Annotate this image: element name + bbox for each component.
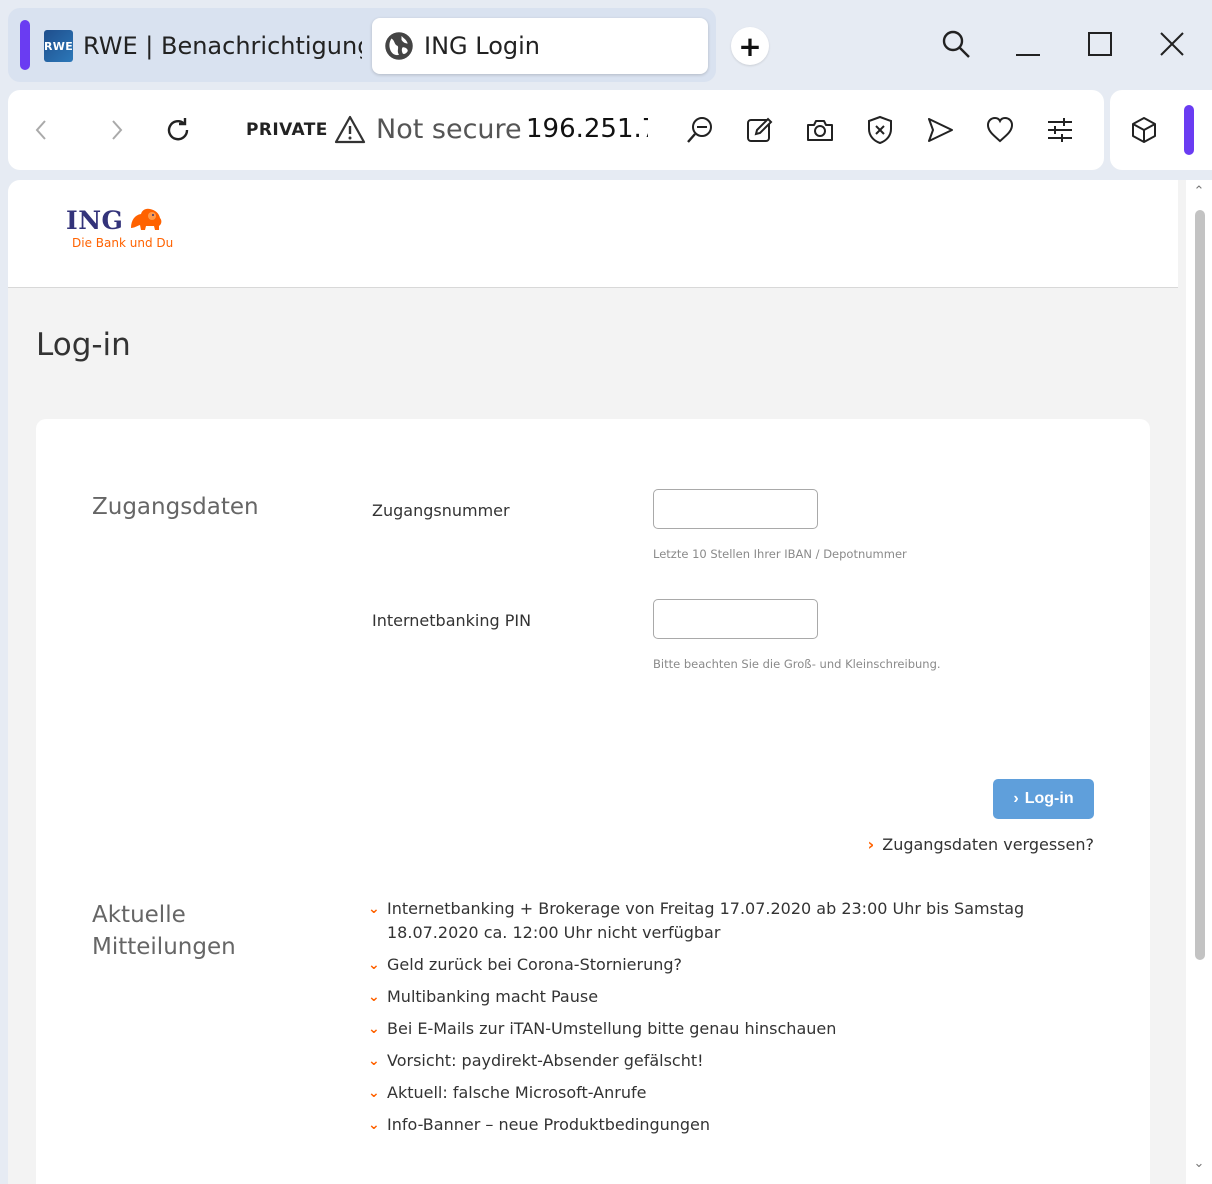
search-icon[interactable] <box>936 24 976 64</box>
heart-icon[interactable] <box>982 112 1018 148</box>
logo-wordmark: ING <box>66 206 124 235</box>
news-item[interactable]: ⌄ Multibanking macht Pause <box>368 985 1068 1009</box>
camera-icon[interactable] <box>802 112 838 148</box>
address-toolbar: PRIVATE Not secure 196.251.73 <box>8 90 1104 170</box>
settings-sliders-icon[interactable] <box>1042 112 1078 148</box>
site-header: ING Die Bank und Du <box>8 180 1178 288</box>
workspace-indicator[interactable] <box>20 20 30 70</box>
news-item[interactable]: ⌄ Internetbanking + Brokerage von Freitag… <box>368 897 1068 945</box>
chevron-down-icon: ⌄ <box>368 1085 380 1101</box>
chevron-right-icon: › <box>1013 790 1019 807</box>
scroll-down-icon[interactable]: ⌄ <box>1186 1156 1212 1176</box>
tab-group: RWE RWE | Benachrichtigung ING Login <box>8 8 716 82</box>
reload-icon[interactable] <box>160 112 196 148</box>
login-button-label: Log-in <box>1024 790 1074 807</box>
globe-icon <box>385 32 413 60</box>
news-item[interactable]: ⌄ Geld zurück bei Corona-Stornierung? <box>368 953 1068 977</box>
login-card: Zugangsdaten Zugangsnummer Letzte 10 Ste… <box>36 419 1150 1184</box>
pin-label: Internetbanking PIN <box>372 611 532 630</box>
scrollbar-thumb[interactable] <box>1195 210 1205 960</box>
page-viewport: ING Die Bank und Du Log-in Zugangsdaten … <box>8 180 1212 1184</box>
url-field[interactable]: 196.251.73 <box>526 114 648 144</box>
news-item[interactable]: ⌄ Aktuell: falsche Microsoft-Anrufe <box>368 1081 1068 1105</box>
security-status[interactable]: Not secure <box>376 114 522 145</box>
pin-input[interactable] <box>653 599 818 639</box>
cube-icon[interactable] <box>1126 112 1162 148</box>
chevron-right-icon: › <box>867 835 875 854</box>
tab-ing-login[interactable]: ING Login <box>372 18 708 74</box>
news-item[interactable]: ⌄ Info-Banner – neue Produktbedingungen <box>368 1113 1068 1137</box>
logo-tagline: Die Bank und Du <box>72 236 174 250</box>
news-section-title: Aktuelle Mitteilungen <box>92 899 236 963</box>
chevron-down-icon: ⌄ <box>368 989 380 1005</box>
news-item[interactable]: ⌄ Bei E-Mails zur iTAN-Umstellung bitte g… <box>368 1017 1068 1041</box>
side-panel-toolbar <box>1110 90 1212 170</box>
back-icon[interactable] <box>24 112 60 148</box>
edit-icon[interactable] <box>742 112 778 148</box>
sidebar-indicator[interactable] <box>1184 105 1194 155</box>
tab-title: RWE | Benachrichtigung <box>83 32 362 60</box>
access-number-label: Zugangsnummer <box>372 501 510 520</box>
minimize-icon[interactable] <box>1008 24 1048 64</box>
chevron-down-icon: ⌄ <box>368 1021 380 1037</box>
news-item[interactable]: ⌄ Vorsicht: paydirekt-Absender gefälscht! <box>368 1049 1068 1073</box>
forgot-link-label: Zugangsdaten vergessen? <box>882 835 1094 854</box>
news-title-line2: Mitteilungen <box>92 934 236 960</box>
chevron-down-icon: ⌄ <box>368 1117 380 1133</box>
forgot-credentials-link[interactable]: › Zugangsdaten vergessen? <box>868 835 1094 854</box>
private-mode-label: PRIVATE <box>246 120 328 140</box>
rwe-logo-icon: RWE <box>44 30 74 62</box>
warning-icon[interactable] <box>334 114 366 146</box>
lion-icon <box>131 208 162 230</box>
tab-rwe[interactable]: RWE RWE | Benachrichtigung <box>32 18 362 74</box>
new-tab-button[interactable]: + <box>731 27 769 65</box>
send-icon[interactable] <box>922 112 958 148</box>
chevron-down-icon: ⌄ <box>368 901 380 917</box>
page-title: Log-in <box>36 327 131 363</box>
scroll-up-icon[interactable]: ⌃ <box>1186 184 1212 204</box>
credentials-section-title: Zugangsdaten <box>92 494 259 520</box>
chevron-down-icon: ⌄ <box>368 1053 380 1069</box>
login-button[interactable]: › Log-in <box>993 779 1094 819</box>
zoom-out-icon[interactable] <box>682 112 718 148</box>
access-number-hint: Letzte 10 Stellen Ihrer IBAN / Depotnumm… <box>653 547 907 561</box>
tab-bar: RWE RWE | Benachrichtigung ING Login + <box>0 0 1212 88</box>
maximize-icon[interactable] <box>1080 24 1120 64</box>
access-number-input[interactable] <box>653 489 818 529</box>
news-list: ⌄ Internetbanking + Brokerage von Freitag… <box>368 897 1068 1145</box>
ing-logo[interactable]: ING Die Bank und Du <box>66 206 176 256</box>
forward-icon[interactable] <box>98 112 134 148</box>
close-icon[interactable] <box>1152 24 1192 64</box>
tab-title: ING Login <box>424 32 541 60</box>
shield-icon[interactable] <box>862 112 898 148</box>
chevron-down-icon: ⌄ <box>368 957 380 973</box>
news-title-line1: Aktuelle <box>92 902 186 928</box>
pin-hint: Bitte beachten Sie die Groß- und Kleinsc… <box>653 657 941 671</box>
